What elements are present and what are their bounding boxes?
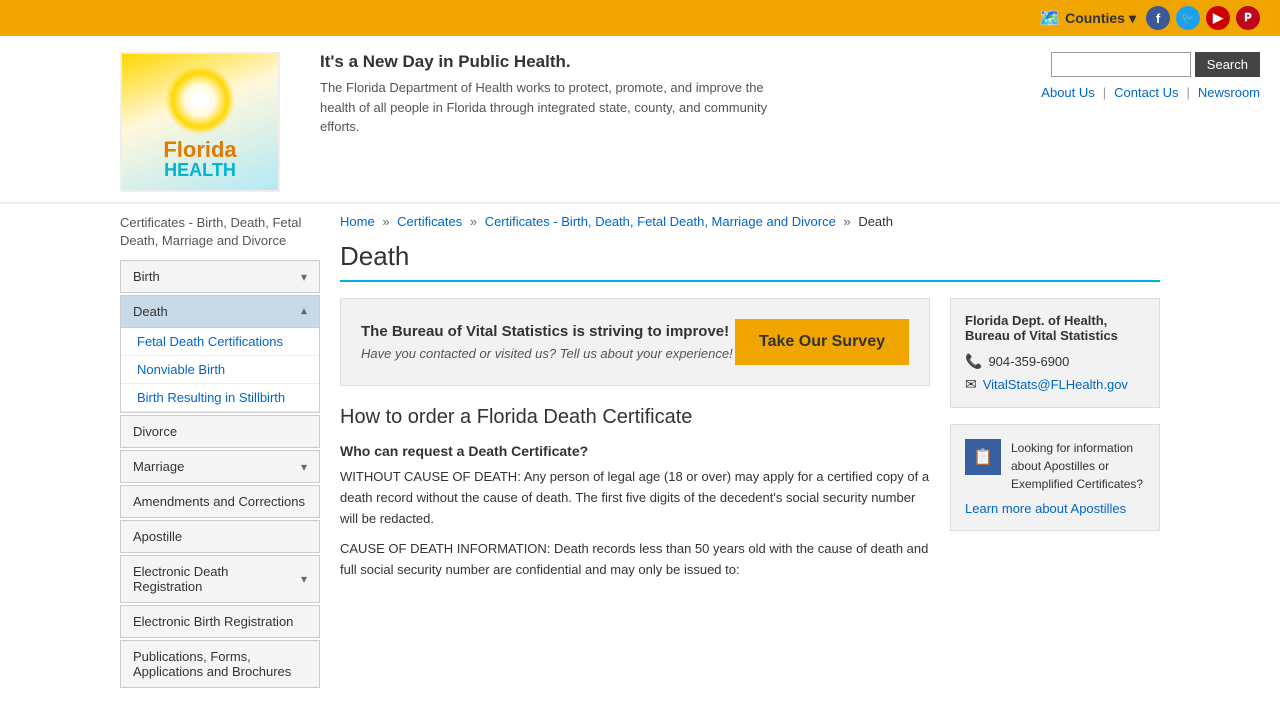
nav-sep-2: | [1186,85,1189,100]
about-us-link[interactable]: About Us [1041,85,1094,100]
sidebar-birth-label: Birth [133,269,160,284]
sidebar-item-ebr[interactable]: Electronic Birth Registration [120,605,320,638]
section-title: How to order a Florida Death Certificate [340,406,930,429]
top-bar: 🗺️ Counties ▾ f 🐦 ▶ 𝐏 [0,0,1280,36]
social-icons: f 🐦 ▶ 𝐏 [1146,6,1260,30]
phone-row: 📞 904-359-6900 [965,353,1145,370]
infobox-title: Florida Dept. of Health, Bureau of Vital… [965,313,1145,343]
chevron-down-icon: ▾ [1129,10,1136,27]
info-sidebar: Florida Dept. of Health, Bureau of Vital… [950,298,1160,591]
sidebar-marriage-header[interactable]: Marriage ▾ [121,451,319,482]
apostille-icon: 📋 [965,439,1001,475]
map-icon: 🗺️ [1039,8,1061,29]
facebook-icon[interactable]: f [1146,6,1170,30]
header: Florida HEALTH It's a New Day in Public … [0,36,1280,204]
tagline-area: It's a New Day in Public Health. The Flo… [300,52,1040,137]
main: Certificates - Birth, Death, Fetal Death… [0,214,1280,690]
body-para-1: WITHOUT CAUSE OF DEATH: Any person of le… [340,467,930,529]
survey-heading: The Bureau of Vital Statistics is strivi… [361,323,733,340]
health-text: HEALTH [164,161,236,179]
survey-body: Have you contacted or visited us? Tell u… [361,346,733,361]
sidebar-item-divorce[interactable]: Divorce [120,415,320,448]
main-inner: The Bureau of Vital Statistics is strivi… [340,298,1160,591]
tagline-description: The Florida Department of Health works t… [320,78,780,137]
breadcrumb-sep-3: » [843,214,850,229]
sidebar-item-amendments[interactable]: Amendments and Corrections [120,485,320,518]
twitter-icon[interactable]: 🐦 [1176,6,1200,30]
sidebar-apostille-label: Apostille [133,529,182,544]
nav-links: About Us | Contact Us | Newsroom [1041,85,1260,100]
chevron-edr-icon: ▾ [301,572,307,586]
search-nav: Search About Us | Contact Us | Newsroom [1040,52,1260,100]
breadcrumb: Home » Certificates » Certificates - Bir… [340,214,1160,229]
sidebar-item-edr[interactable]: Electronic Death Registration ▾ [120,555,320,603]
youtube-icon[interactable]: ▶ [1206,6,1230,30]
nav-sep-1: | [1103,85,1106,100]
apostille-link[interactable]: Learn more about Apostilles [965,501,1145,516]
breadcrumb-current: Death [858,214,893,229]
chevron-marriage-icon: ▾ [301,460,307,474]
apostille-text: Looking for information about Apostilles… [1011,439,1145,493]
page-title: Death [340,241,1160,282]
search-input[interactable] [1051,52,1191,77]
sidebar-marriage-label: Marriage [133,459,184,474]
sidebar-fetal-death-link[interactable]: Fetal Death Certifications [121,328,319,356]
sidebar-item-marriage[interactable]: Marriage ▾ [120,450,320,483]
sidebar-nonviable-birth-link[interactable]: Nonviable Birth [121,356,319,384]
phone-icon: 📞 [965,353,982,370]
sidebar-death-subitems: Fetal Death Certifications Nonviable Bir… [121,327,319,412]
sidebar-item-death[interactable]: Death ▾ Fetal Death Certifications Nonvi… [120,295,320,413]
contact-info-box: Florida Dept. of Health, Bureau of Vital… [950,298,1160,408]
content-body: WITHOUT CAUSE OF DEATH: Any person of le… [340,467,930,581]
sidebar-edr-label: Electronic Death Registration [133,564,301,594]
breadcrumb-sep-1: » [382,214,389,229]
content-area: Home » Certificates » Certificates - Bir… [340,214,1160,690]
sidebar-item-publications[interactable]: Publications, Forms, Applications and Br… [120,640,320,688]
newsroom-link[interactable]: Newsroom [1198,85,1260,100]
phone-number: 904-359-6900 [988,354,1069,369]
breadcrumb-sep-2: » [470,214,477,229]
survey-text: The Bureau of Vital Statistics is strivi… [361,323,733,361]
chevron-birth-icon: ▾ [301,270,307,284]
florida-text: Florida [163,139,236,161]
email-icon: ✉ [965,376,977,393]
counties-button[interactable]: 🗺️ Counties ▾ [1039,8,1136,29]
email-link[interactable]: VitalStats@FLHealth.gov [983,377,1128,392]
main-content: The Bureau of Vital Statistics is strivi… [340,298,930,591]
apostille-box: 📋 Looking for information about Apostill… [950,424,1160,531]
sidebar-death-label: Death [133,304,168,319]
breadcrumb-home-link[interactable]: Home [340,214,375,229]
sidebar-death-header[interactable]: Death ▾ [121,296,319,327]
take-survey-button[interactable]: Take Our Survey [735,319,909,365]
sidebar-amendments-label: Amendments and Corrections [133,494,305,509]
contact-us-link[interactable]: Contact Us [1114,85,1178,100]
sidebar-stillbirth-link[interactable]: Birth Resulting in Stillbirth [121,384,319,412]
body-para-2: CAUSE OF DEATH INFORMATION: Death record… [340,539,930,581]
sidebar-item-birth[interactable]: Birth ▾ [120,260,320,293]
sidebar-birth-header[interactable]: Birth ▾ [121,261,319,292]
chevron-death-icon: ▾ [301,305,307,319]
logo-area: Florida HEALTH [120,52,300,192]
survey-box: The Bureau of Vital Statistics is strivi… [340,298,930,386]
sidebar-ebr-label: Electronic Birth Registration [133,614,293,629]
pinterest-icon[interactable]: 𝐏 [1236,6,1260,30]
sidebar-publications-label: Publications, Forms, Applications and Br… [133,649,291,679]
search-button[interactable]: Search [1195,52,1260,77]
breadcrumb-certificates-link[interactable]: Certificates [397,214,462,229]
sidebar-edr-header[interactable]: Electronic Death Registration ▾ [121,556,319,602]
apostille-row: 📋 Looking for information about Apostill… [965,439,1145,493]
sidebar-title: Certificates - Birth, Death, Fetal Death… [120,214,320,250]
sidebar-item-apostille[interactable]: Apostille [120,520,320,553]
email-row: ✉ VitalStats@FLHealth.gov [965,376,1145,393]
sub-title: Who can request a Death Certificate? [340,443,930,459]
florida-health-logo: Florida HEALTH [120,52,280,192]
sidebar-divorce-label: Divorce [133,424,177,439]
breadcrumb-full-link[interactable]: Certificates - Birth, Death, Fetal Death… [485,214,836,229]
counties-label: Counties [1065,10,1125,26]
sidebar: Certificates - Birth, Death, Fetal Death… [120,214,320,690]
tagline-heading: It's a New Day in Public Health. [320,52,1020,72]
search-form: Search [1051,52,1260,77]
